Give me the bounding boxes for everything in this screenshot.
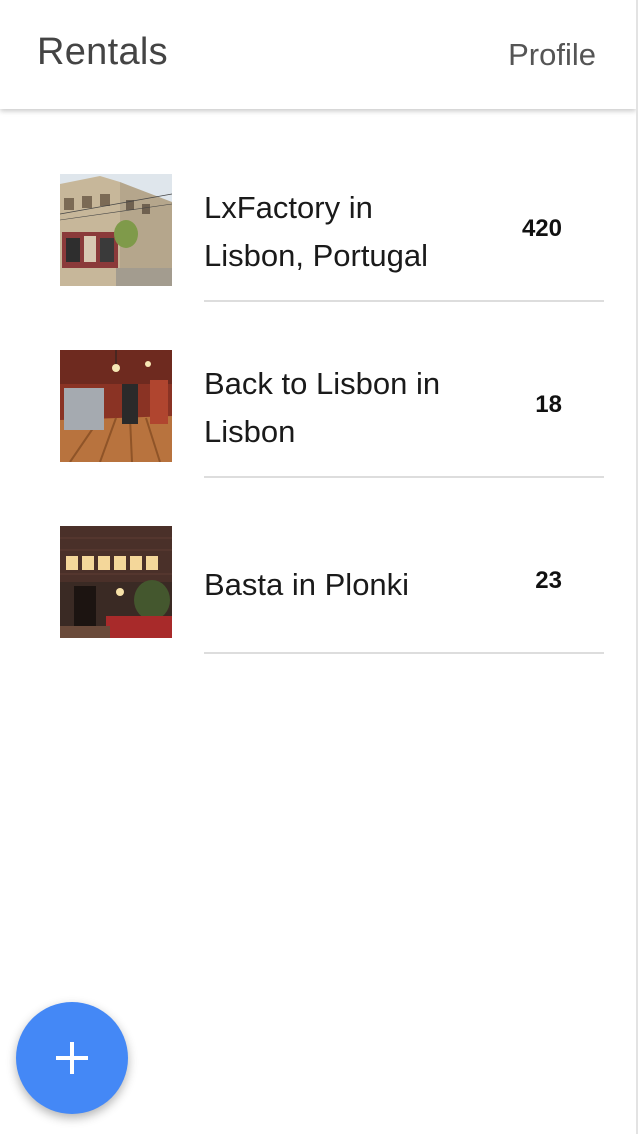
app-title: Rentals xyxy=(37,31,168,73)
app-bar: Rentals Profile xyxy=(0,0,636,109)
rental-count: 18 xyxy=(535,391,562,418)
rental-count: 23 xyxy=(535,567,562,594)
rental-title: Back to Lisbon in Lisbon xyxy=(204,366,441,449)
divider xyxy=(204,652,604,654)
rental-thumbnail xyxy=(60,174,172,286)
app-screen: Rentals Profile LxFactory in Lisbon, Por… xyxy=(0,0,638,1134)
profile-link[interactable]: Profile xyxy=(508,37,596,73)
rentals-list: LxFactory in Lisbon, Portugal 420 Back t… xyxy=(0,110,636,654)
list-item[interactable]: LxFactory in Lisbon, Portugal 420 xyxy=(0,110,636,302)
rental-title: Basta in Plonki xyxy=(204,567,410,602)
rental-thumbnail xyxy=(60,526,172,638)
rental-title: LxFactory in Lisbon, Portugal xyxy=(204,190,429,273)
rental-thumbnail xyxy=(60,350,172,462)
list-item[interactable]: Basta in Plonki 23 xyxy=(0,462,636,654)
list-item[interactable]: Back to Lisbon in Lisbon 18 xyxy=(0,286,636,478)
rental-count: 420 xyxy=(521,215,562,242)
add-rental-button[interactable] xyxy=(16,1002,128,1114)
